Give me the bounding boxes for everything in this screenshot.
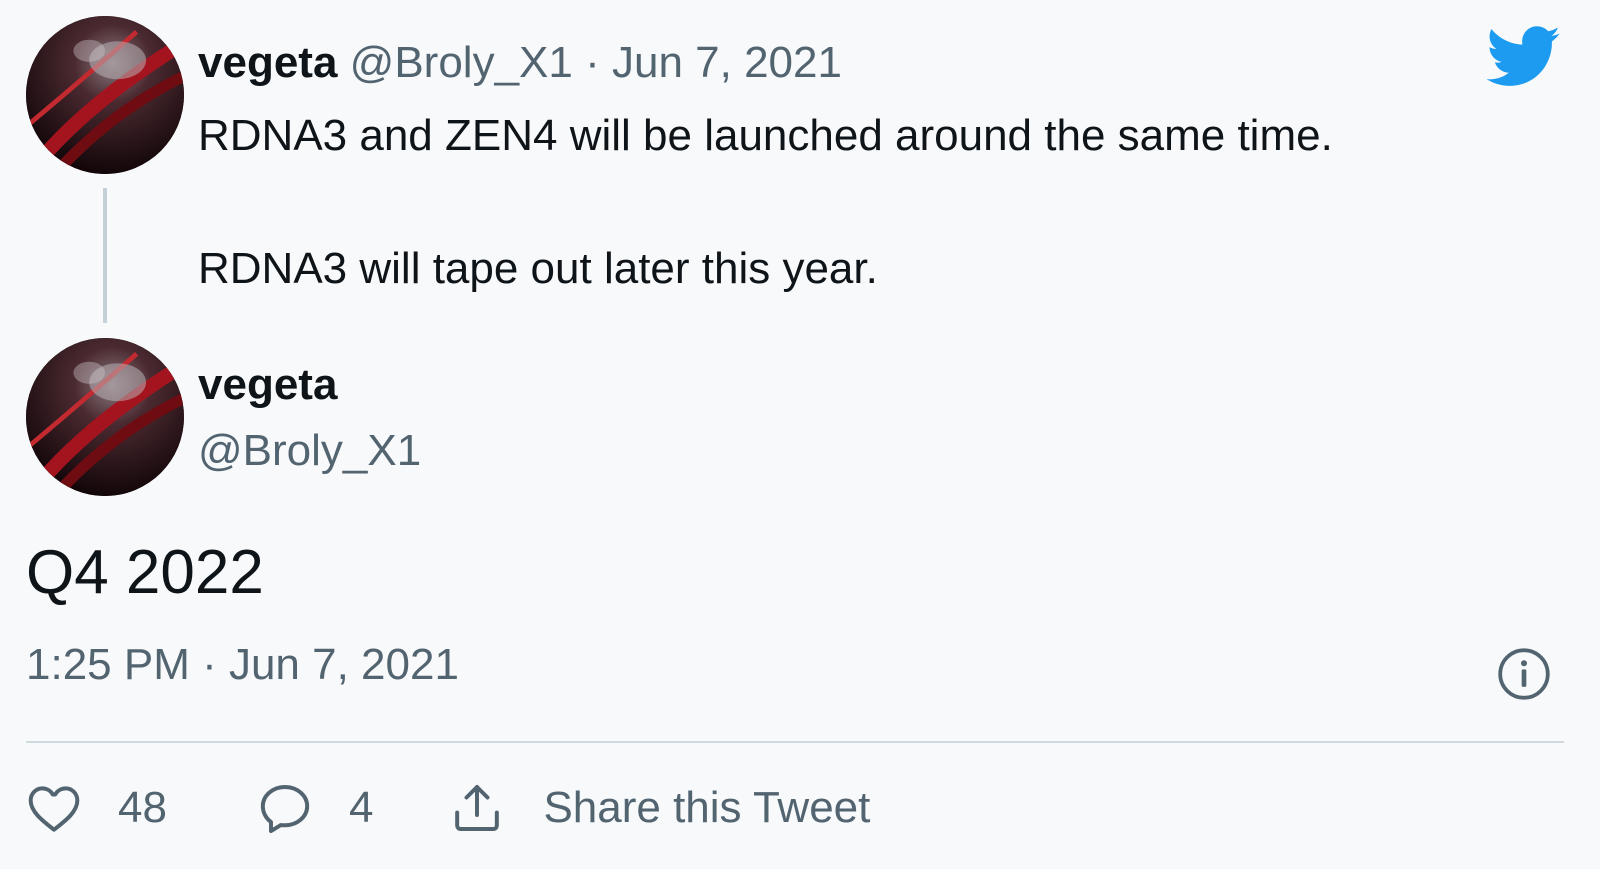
share-tweet-button[interactable]: Share this Tweet xyxy=(449,780,870,836)
reply-bubble-icon xyxy=(260,785,310,834)
parent-handle[interactable]: @Broly_X1 xyxy=(350,38,573,87)
like-button[interactable]: 48 xyxy=(26,782,167,834)
twitter-bird-icon[interactable] xyxy=(1486,26,1562,88)
parent-text-line-1: RDNA3 and ZEN4 will be launched around t… xyxy=(198,111,1333,160)
avatar-image xyxy=(26,338,184,496)
reply-button[interactable]: 4 xyxy=(257,781,373,835)
heart-icon xyxy=(28,786,80,832)
thread-connector-line xyxy=(103,188,107,323)
parent-display-name[interactable]: vegeta xyxy=(198,38,337,87)
parent-text-line-2: RDNA3 will tape out later this year. xyxy=(198,244,878,293)
embedded-tweet-card: vegeta @Broly_X1 · Jun 7, 2021 RDNA3 and… xyxy=(0,0,1600,869)
divider xyxy=(26,741,1564,743)
parent-avatar[interactable] xyxy=(26,16,184,174)
info-icon[interactable] xyxy=(1496,646,1552,702)
author-handle[interactable]: @Broly_X1 xyxy=(198,426,421,476)
parent-date[interactable]: Jun 7, 2021 xyxy=(612,38,842,87)
avatar-image xyxy=(26,16,184,174)
tweet-timestamp[interactable]: 1:25 PM · Jun 7, 2021 xyxy=(26,640,459,690)
header-separator: · xyxy=(585,38,600,87)
author-avatar[interactable] xyxy=(26,338,184,496)
share-tweet-label: Share this Tweet xyxy=(543,783,871,832)
tweet-text: Q4 2022 xyxy=(26,538,264,607)
tweet-actions-bar: 48 4 Share this Tweet xyxy=(26,778,870,838)
parent-tweet-header: vegeta @Broly_X1 · Jun 7, 2021 xyxy=(198,38,842,88)
author-display-name[interactable]: vegeta xyxy=(198,360,337,410)
share-upload-icon xyxy=(455,785,500,831)
like-count: 48 xyxy=(118,783,167,832)
parent-tweet-text: RDNA3 and ZEN4 will be launched around t… xyxy=(198,111,1333,294)
reply-count: 4 xyxy=(348,783,374,832)
